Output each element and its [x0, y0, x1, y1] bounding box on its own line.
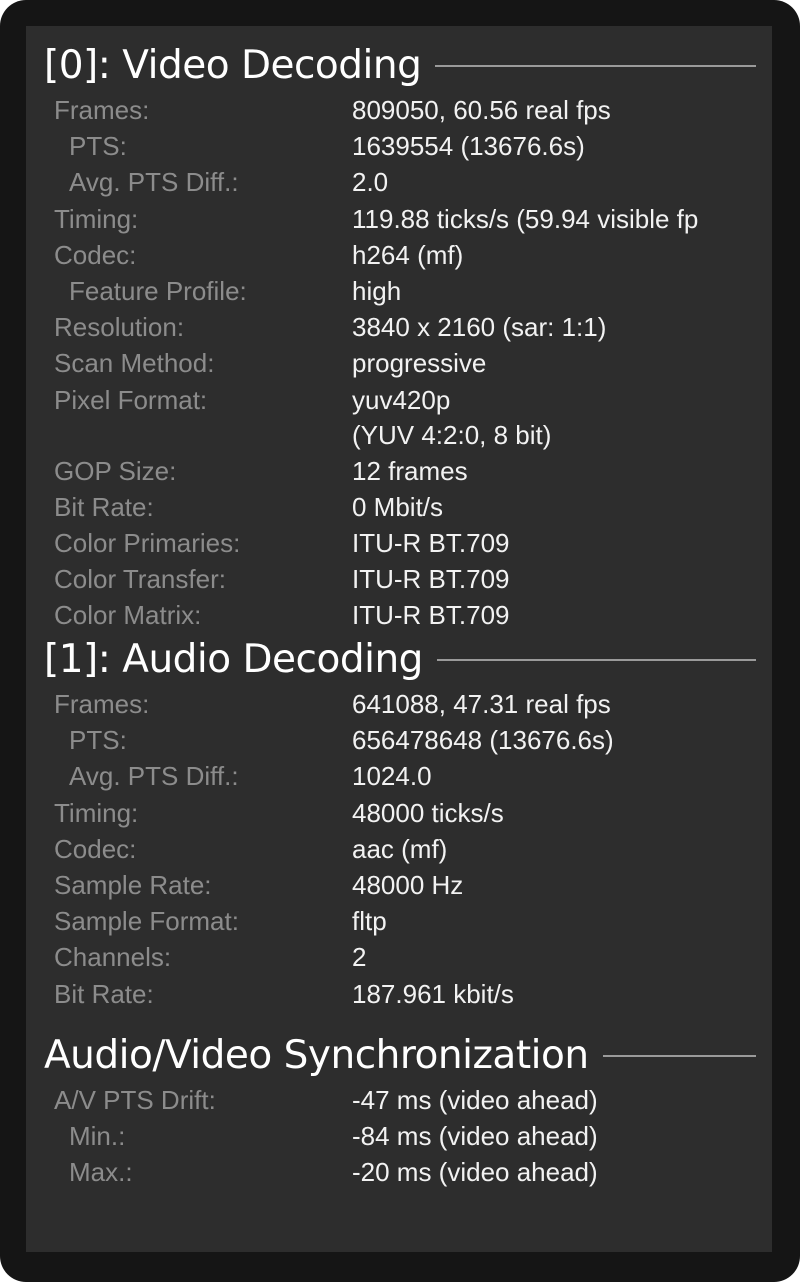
stat-row-color-matrix: Color Matrix: ITU-R BT.709	[26, 597, 772, 633]
stat-row-feature-profile: Feature Profile: high	[26, 273, 772, 309]
stat-value: ITU-R BT.709	[352, 600, 510, 631]
stat-value: -47 ms (video ahead)	[352, 1085, 598, 1115]
section-header: Audio/Video Synchronization	[26, 1030, 772, 1082]
stat-value: 809050, 60.56 real fps	[352, 95, 611, 125]
header-divider	[602, 1055, 756, 1057]
stat-value: 1639554 (13676.6s)	[352, 131, 585, 162]
stat-label: Min.:	[69, 1121, 126, 1152]
stat-row-avg-pts-diff: Avg. PTS Diff.: 1024.0	[26, 758, 772, 794]
stat-row-channels: Channels: 2	[26, 939, 772, 975]
stat-value: h264 (mf)	[352, 239, 464, 270]
stat-row-codec: Codec: aac (mf)	[26, 831, 772, 867]
stat-label: PTS:	[69, 131, 127, 162]
audio-section-title: [1]: Audio Decoding	[44, 637, 423, 682]
stat-label: Max.:	[69, 1157, 133, 1188]
stat-label: Avg. PTS Diff.:	[69, 167, 239, 198]
stat-value: 48000 Hz	[352, 869, 464, 900]
stat-value: 0 Mbit/s	[352, 491, 444, 522]
stat-value: 641088, 47.31 real fps	[352, 689, 611, 719]
sync-section-title: Audio/Video Synchronization	[44, 1033, 589, 1078]
header-divider	[435, 65, 756, 67]
stat-value: 2	[352, 942, 367, 973]
stat-value: 2.0	[352, 167, 389, 198]
device-frame: [0]: Video Decoding Frames: 809050, 60.5…	[0, 0, 800, 1282]
stat-row-pts: PTS: 1639554 (13676.6s)	[26, 128, 772, 164]
stat-value: 119.88 ticks/s (59.94 visible fp	[352, 203, 699, 234]
stat-label: Pixel Format:	[54, 384, 208, 415]
stat-label: GOP Size:	[54, 455, 177, 486]
stat-value: progressive	[352, 348, 487, 379]
stat-label: Sample Format:	[54, 906, 239, 937]
stat-label: Bit Rate:	[54, 978, 154, 1009]
stat-value: -84 ms (video ahead)	[352, 1121, 598, 1152]
stat-label: Resolution:	[54, 312, 185, 343]
stat-row-frames: Frames: 641088, 47.31 real fps	[26, 686, 772, 722]
stat-label: Sample Rate:	[54, 869, 212, 900]
stat-row-color-transfer: Color Transfer: ITU-R BT.709	[26, 561, 772, 597]
audio-decoding-section: [1]: Audio Decoding Frames: 641088, 47.3…	[26, 634, 772, 1012]
stat-row-av-pts-drift: A/V PTS Drift: -47 ms (video ahead)	[26, 1082, 772, 1118]
video-decoding-section: [0]: Video Decoding Frames: 809050, 60.5…	[26, 40, 772, 634]
stat-label: Frames:	[54, 689, 150, 719]
stat-value: 3840 x 2160 (sar: 1:1)	[352, 312, 607, 343]
stat-row-pixel-format: Pixel Format: yuv420p	[26, 382, 772, 418]
stat-row-color-primaries: Color Primaries: ITU-R BT.709	[26, 525, 772, 561]
stat-row-timing: Timing: 48000 ticks/s	[26, 795, 772, 831]
stat-row-resolution: Resolution: 3840 x 2160 (sar: 1:1)	[26, 309, 772, 345]
stat-value: high	[352, 275, 402, 306]
stat-row-avg-pts-diff: Avg. PTS Diff.: 2.0	[26, 164, 772, 200]
video-section-title: [0]: Video Decoding	[44, 43, 422, 88]
stat-label: Color Transfer:	[54, 564, 226, 595]
stat-row-frames: Frames: 809050, 60.56 real fps	[26, 92, 772, 128]
stat-row-bit-rate: Bit Rate: 187.961 kbit/s	[26, 976, 772, 1012]
stat-label: Color Matrix:	[54, 600, 202, 631]
stat-value: 656478648 (13676.6s)	[352, 725, 614, 756]
stat-row-pixel-format-detail: (YUV 4:2:0, 8 bit)	[26, 418, 772, 453]
stat-value: ITU-R BT.709	[352, 528, 510, 559]
stat-value: 12 frames	[352, 455, 468, 486]
stat-label: A/V PTS Drift:	[54, 1085, 216, 1115]
stat-row-bit-rate: Bit Rate: 0 Mbit/s	[26, 489, 772, 525]
stat-value: 187.961 kbit/s	[352, 978, 514, 1009]
stat-label: Codec:	[54, 239, 137, 270]
stat-label: Scan Method:	[54, 348, 215, 379]
stat-label: Frames:	[54, 95, 150, 125]
stat-label: Bit Rate:	[54, 491, 154, 522]
stat-value: 1024.0	[352, 761, 432, 792]
section-header: [0]: Video Decoding	[26, 40, 772, 92]
stat-row-gop-size: GOP Size: 12 frames	[26, 453, 772, 489]
header-divider	[436, 659, 756, 661]
stat-label: Feature Profile:	[69, 275, 247, 306]
stat-label: PTS:	[69, 725, 127, 756]
stat-label: Codec:	[54, 833, 137, 864]
stat-row-codec: Codec: h264 (mf)	[26, 237, 772, 273]
stat-label: Timing:	[54, 797, 139, 828]
stat-row-drift-min: Min.: -84 ms (video ahead)	[26, 1118, 772, 1154]
stat-row-pts: PTS: 656478648 (13676.6s)	[26, 722, 772, 758]
stat-value: aac (mf)	[352, 833, 448, 864]
stat-row-scan-method: Scan Method: progressive	[26, 345, 772, 381]
stat-label: Avg. PTS Diff.:	[69, 761, 239, 792]
av-sync-section: Audio/Video Synchronization A/V PTS Drif…	[26, 1030, 772, 1191]
stat-value: (YUV 4:2:0, 8 bit)	[352, 419, 552, 450]
stat-value: -20 ms (video ahead)	[352, 1157, 598, 1188]
stat-label: Channels:	[54, 942, 172, 973]
stat-value: yuv420p	[352, 384, 451, 415]
stat-label: Color Primaries:	[54, 528, 241, 559]
stat-row-drift-max: Max.: -20 ms (video ahead)	[26, 1154, 772, 1190]
stat-label: Timing:	[54, 203, 139, 234]
stat-row-sample-format: Sample Format: fltp	[26, 903, 772, 939]
stats-panel: [0]: Video Decoding Frames: 809050, 60.5…	[26, 26, 772, 1252]
stat-value: ITU-R BT.709	[352, 564, 510, 595]
stat-value: fltp	[352, 906, 387, 937]
stat-row-sample-rate: Sample Rate: 48000 Hz	[26, 867, 772, 903]
section-header: [1]: Audio Decoding	[26, 634, 772, 686]
stat-value: 48000 ticks/s	[352, 797, 504, 828]
stat-row-timing: Timing: 119.88 ticks/s (59.94 visible fp	[26, 201, 772, 237]
